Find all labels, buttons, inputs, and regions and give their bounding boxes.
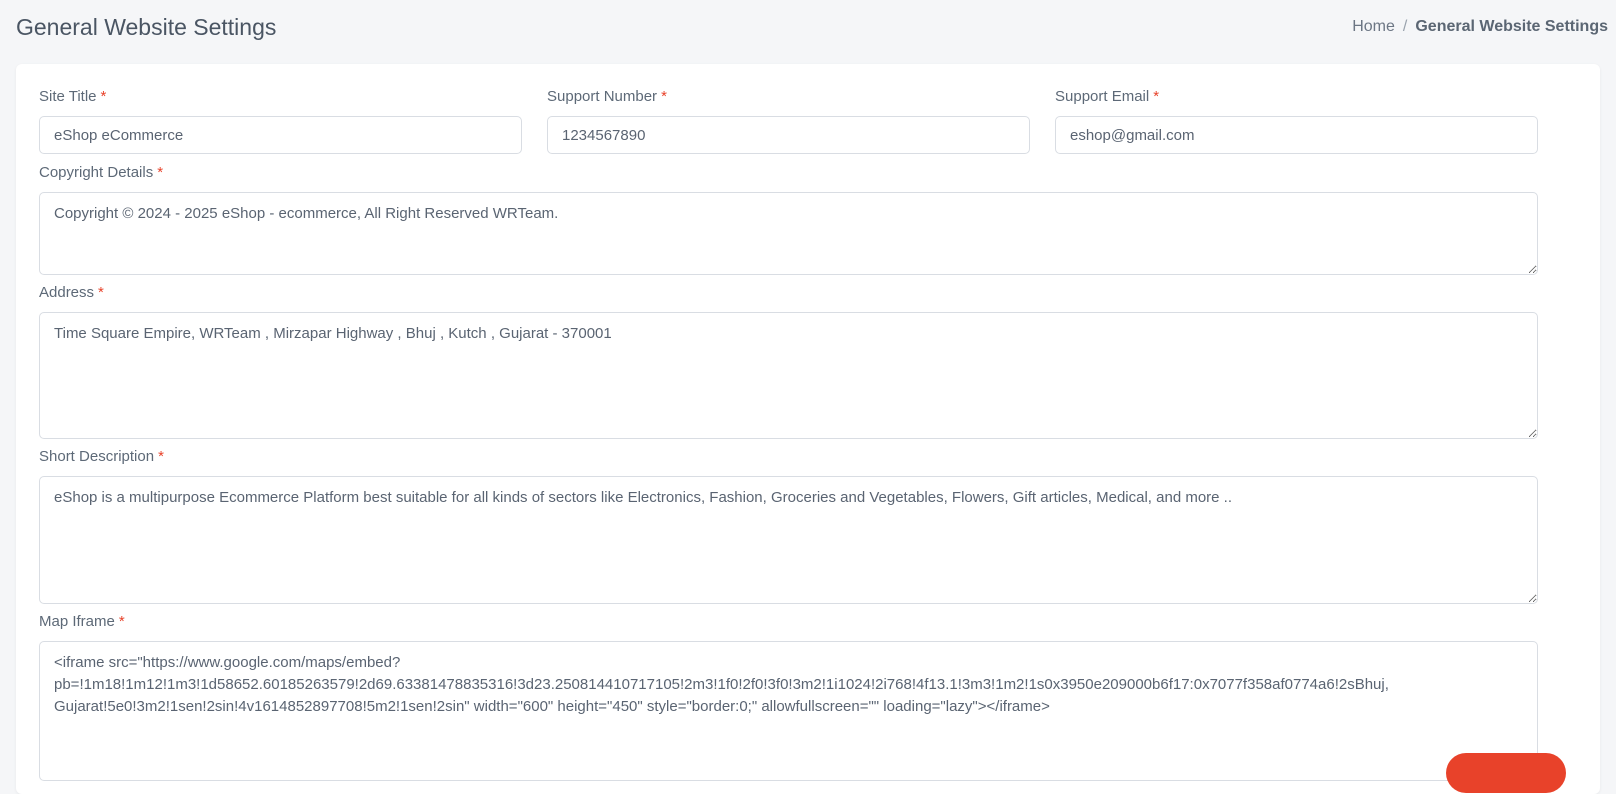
support-email-input[interactable] (1055, 116, 1538, 154)
site-title-input[interactable] (39, 116, 522, 154)
update-settings-button[interactable] (1446, 753, 1566, 793)
required-marker: * (157, 164, 164, 181)
page-title: General Website Settings (16, 14, 277, 40)
required-marker: * (158, 448, 164, 465)
copyright-label: Copyright Details * (39, 164, 163, 181)
address-label-text: Address (39, 284, 95, 301)
copyright-textarea[interactable]: Copyright © 2024 - 2025 eShop - ecommerc… (39, 192, 1538, 275)
breadcrumb-home-link[interactable]: Home (1352, 18, 1395, 36)
required-marker: * (1153, 88, 1160, 105)
site-title-label: Site Title * (39, 88, 106, 105)
settings-card: Site Title* Support Number* Support Emai… (16, 64, 1600, 794)
short-description-label-text: Short Description (39, 448, 155, 465)
breadcrumb: Home / General Website Settings (1352, 18, 1608, 36)
map-iframe-textarea[interactable]: <iframe src="https://www.google.com/maps… (39, 641, 1538, 781)
required-marker: * (98, 284, 104, 301)
address-textarea[interactable]: Time Square Empire, WRTeam , Mirzapar Hi… (39, 312, 1538, 439)
copyright-label-text: Copyright Details (39, 164, 154, 181)
short-description-label: Short Description * (39, 448, 164, 465)
required-marker: * (661, 88, 667, 105)
map-iframe-label: Map Iframe * (39, 613, 125, 630)
page-header: General Website Settings Home / General … (0, 0, 1616, 64)
required-marker: * (100, 88, 107, 105)
map-iframe-label-text: Map Iframe (39, 613, 115, 630)
address-label: Address * (39, 284, 104, 301)
breadcrumb-current: General Website Settings (1415, 18, 1608, 35)
support-email-label-text: Support Email (1055, 88, 1150, 105)
breadcrumb-separator: / (1402, 18, 1408, 35)
support-email-label: Support Email * (1055, 88, 1159, 105)
required-marker: * (118, 613, 125, 630)
support-number-label-text: Support Number (547, 88, 658, 105)
site-title-label-text: Site Title (39, 88, 97, 105)
support-number-label: Support Number * (547, 88, 667, 105)
short-description-textarea[interactable]: eShop is a multipurpose Ecommerce Platfo… (39, 476, 1538, 604)
support-number-input[interactable] (547, 116, 1030, 154)
